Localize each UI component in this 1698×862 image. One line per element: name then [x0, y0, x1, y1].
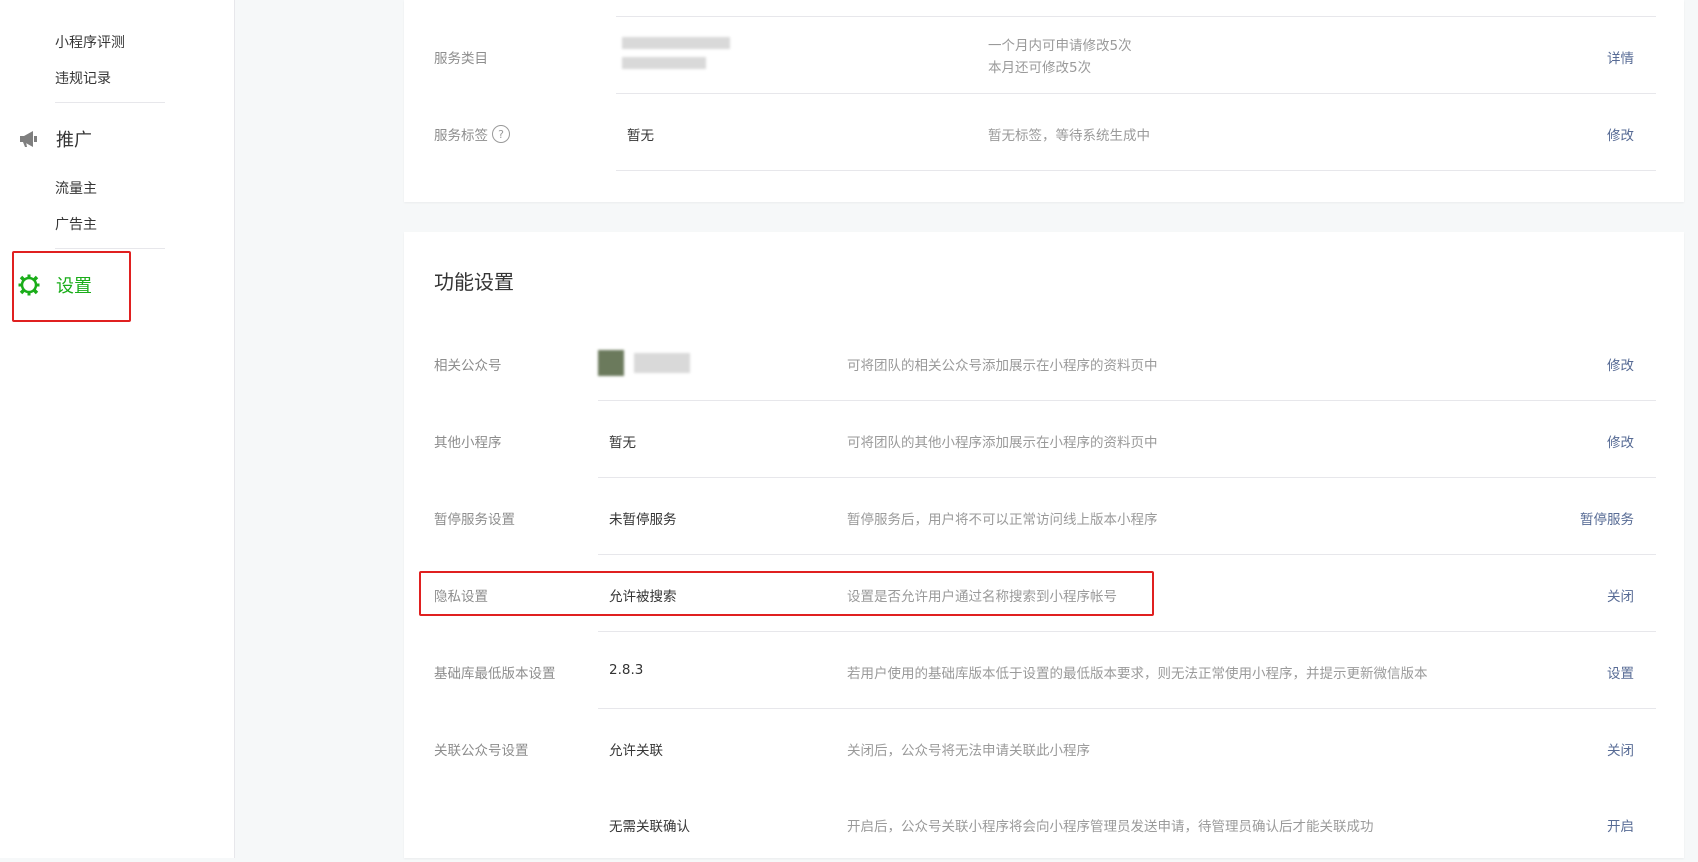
row-value: 2.8.3 [609, 662, 644, 678]
row-desc: 可将团队的其他小程序添加展示在小程序的资料页中 [847, 435, 1158, 451]
row-desc: 暂无标签，等待系统生成中 [988, 128, 1150, 144]
help-icon[interactable]: ? [492, 125, 510, 143]
row-label: 服务标签 [434, 128, 488, 144]
annotation-box-settings [12, 251, 131, 322]
sidebar-heading-label: 推广 [56, 130, 92, 151]
row-value: 无需关联确认 [609, 819, 690, 835]
feature-settings-card: 功能设置 相关公众号 可将团队的相关公众号添加展示在小程序的资料页中 修改 其他… [404, 232, 1684, 858]
row-divider [616, 170, 1656, 171]
row-desc: 可将团队的相关公众号添加展示在小程序的资料页中 [847, 358, 1158, 374]
row-label: 暂停服务设置 [434, 512, 515, 528]
related-account-blurred [598, 350, 696, 376]
row-linked-account-settings: 关联公众号设置 允许关联 关闭后，公众号将无法申请关联此小程序 关闭 [404, 709, 1684, 786]
category-desc: 一个月内可申请修改5次 本月还可修改5次 [988, 35, 1132, 79]
row-link-confirmation: 无需关联确认 开启后，公众号关联小程序将会向小程序管理员发送申请，待管理员确认后… [404, 785, 1684, 862]
close-link[interactable]: 关闭 [1607, 739, 1634, 759]
category-desc-line: 一个月内可申请修改5次 [988, 38, 1132, 54]
row-value: 暂无 [609, 435, 636, 451]
row-value: 未暂停服务 [609, 512, 677, 528]
category-value-blurred [622, 37, 736, 69]
row-label: 其他小程序 [434, 435, 502, 451]
megaphone-icon [18, 128, 40, 150]
sidebar-heading-promotion[interactable]: 推广 [18, 126, 92, 152]
row-desc: 开启后，公众号关联小程序将会向小程序管理员发送申请，待管理员确认后才能关联成功 [847, 819, 1374, 835]
account-avatar [598, 350, 624, 376]
row-other-miniprograms: 其他小程序 暂无 可将团队的其他小程序添加展示在小程序的资料页中 修改 [404, 401, 1684, 478]
edit-link[interactable]: 修改 [1607, 354, 1634, 374]
row-related-accounts: 相关公众号 可将团队的相关公众号添加展示在小程序的资料页中 修改 [404, 324, 1684, 401]
row-label: 关联公众号设置 [434, 743, 529, 759]
edit-link[interactable]: 修改 [1607, 431, 1634, 451]
row-desc: 关闭后，公众号将无法申请关联此小程序 [847, 743, 1090, 759]
edit-link[interactable]: 修改 [1607, 124, 1634, 144]
sidebar: 小程序评测 违规记录 推广 流量主 广告主 设置 [0, 0, 235, 858]
sidebar-item-review[interactable]: 小程序评测 [55, 32, 125, 52]
pause-service-link[interactable]: 暂停服务 [1580, 508, 1634, 528]
row-pause-service: 暂停服务设置 未暂停服务 暂停服务后，用户将不可以正常访问线上版本小程序 暂停服… [404, 478, 1684, 555]
details-link[interactable]: 详情 [1607, 47, 1634, 67]
category-desc-line: 本月还可修改5次 [988, 60, 1092, 76]
row-service-tags: 服务标签 ? 暂无 暂无标签，等待系统生成中 修改 [404, 94, 1684, 171]
row-value: 暂无 [627, 128, 654, 144]
sidebar-divider [55, 102, 165, 103]
row-desc: 暂停服务后，用户将不可以正常访问线上版本小程序 [847, 512, 1158, 528]
sidebar-item-traffic-owner[interactable]: 流量主 [55, 178, 97, 198]
set-link[interactable]: 设置 [1607, 662, 1634, 682]
service-info-card: 服务类目 一个月内可申请修改5次 本月还可修改5次 详情 服务标签 ? 暂无 暂… [404, 0, 1684, 202]
sidebar-divider [55, 248, 165, 249]
row-service-category: 服务类目 一个月内可申请修改5次 本月还可修改5次 详情 [404, 17, 1684, 94]
section-title: 功能设置 [434, 270, 514, 294]
annotation-box-privacy [419, 571, 1154, 616]
enable-link[interactable]: 开启 [1607, 815, 1634, 835]
row-value: 允许关联 [609, 743, 663, 759]
sidebar-item-violations[interactable]: 违规记录 [55, 68, 111, 88]
row-label: 服务类目 [434, 51, 488, 67]
row-min-lib-version: 基础库最低版本设置 2.8.3 若用户使用的基础库版本低于设置的最低版本要求，则… [404, 632, 1684, 709]
row-desc: 若用户使用的基础库版本低于设置的最低版本要求，则无法正常使用小程序，并提示更新微… [847, 666, 1428, 682]
close-link[interactable]: 关闭 [1607, 585, 1634, 605]
row-label-wrap: 服务标签 ? [434, 124, 510, 144]
row-label: 相关公众号 [434, 358, 502, 374]
row-label: 基础库最低版本设置 [434, 666, 556, 682]
sidebar-item-advertiser[interactable]: 广告主 [55, 214, 97, 234]
